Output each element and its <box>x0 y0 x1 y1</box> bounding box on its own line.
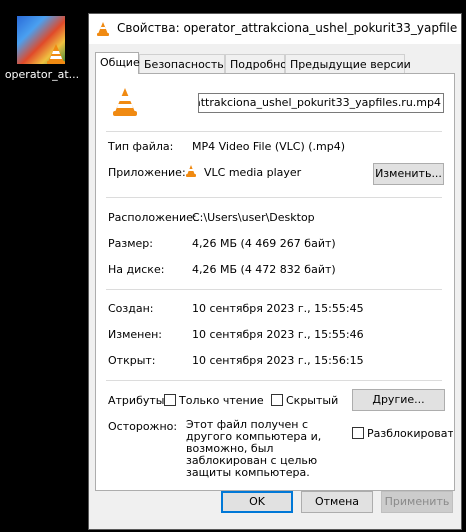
ok-button[interactable]: OK <box>221 491 293 513</box>
apply-button[interactable]: Применить <box>381 491 453 513</box>
title-bar[interactable]: Свойства: operator_attrakciona_ushel_pok… <box>89 14 461 44</box>
desktop-icon-label: operator_at... <box>4 68 80 81</box>
readonly-checkbox[interactable] <box>164 394 176 406</box>
tab-security[interactable]: Безопасность <box>139 54 225 73</box>
tab-previous-versions[interactable]: Предыдущие версии <box>285 54 411 73</box>
warning-text: Этот файл получен с другого компьютера и… <box>186 418 322 479</box>
readonly-label[interactable]: Только чтение <box>179 394 264 407</box>
file-type-label: Тип файла: <box>108 140 174 153</box>
filename-input[interactable]: operator_attrakciona_ushel_pokurit33_yap… <box>198 93 444 113</box>
advanced-attributes-button[interactable]: Другие... <box>352 389 445 411</box>
app-value: VLC media player <box>204 166 302 179</box>
window-title: Свойства: operator_attrakciona_ushel_pok… <box>117 21 457 35</box>
general-tab-panel: operator_attrakciona_ushel_pokurit33_yap… <box>95 73 455 491</box>
change-app-button[interactable]: Изменить... <box>373 163 444 185</box>
separator <box>106 131 442 132</box>
vlc-cone-icon <box>47 44 65 64</box>
location-value: C:\Users\user\Desktop <box>192 211 315 224</box>
location-label: Расположение: <box>108 211 197 224</box>
hidden-checkbox[interactable] <box>271 394 283 406</box>
tab-general[interactable]: Общие <box>95 52 140 74</box>
unblock-label[interactable]: Разблокироват <box>367 427 453 440</box>
attributes-label: Атрибуты: <box>108 394 169 407</box>
opened-value: 10 сентября 2023 г., 15:56:15 <box>192 354 364 367</box>
separator <box>106 380 442 381</box>
vlc-file-icon <box>113 88 137 116</box>
disk-size-value: 4,26 МБ (4 472 832 байт) <box>192 263 336 276</box>
modified-value: 10 сентября 2023 г., 15:55:46 <box>192 328 364 341</box>
video-thumbnail <box>17 16 65 64</box>
separator <box>106 289 442 290</box>
vlc-app-icon <box>186 165 196 177</box>
app-label: Приложение: <box>108 166 186 179</box>
created-value: 10 сентября 2023 г., 15:55:45 <box>192 302 364 315</box>
unblock-checkbox[interactable] <box>352 427 364 439</box>
vlc-cone-icon <box>97 22 109 36</box>
opened-label: Открыт: <box>108 354 156 367</box>
file-type-value: MP4 Video File (VLC) (.mp4) <box>192 140 346 153</box>
size-label: Размер: <box>108 237 153 250</box>
desktop-file-icon[interactable]: operator_at... <box>0 8 84 88</box>
tab-details[interactable]: Подробно <box>225 54 287 73</box>
separator <box>106 197 442 198</box>
properties-window: Свойства: operator_attrakciona_ushel_pok… <box>88 13 462 530</box>
warning-label: Осторожно: <box>108 420 178 433</box>
hidden-label[interactable]: Скрытый <box>286 394 338 407</box>
disk-size-label: На диске: <box>108 263 165 276</box>
size-value: 4,26 МБ (4 469 267 байт) <box>192 237 336 250</box>
cancel-button[interactable]: Отмена <box>301 491 373 513</box>
created-label: Создан: <box>108 302 154 315</box>
modified-label: Изменен: <box>108 328 163 341</box>
